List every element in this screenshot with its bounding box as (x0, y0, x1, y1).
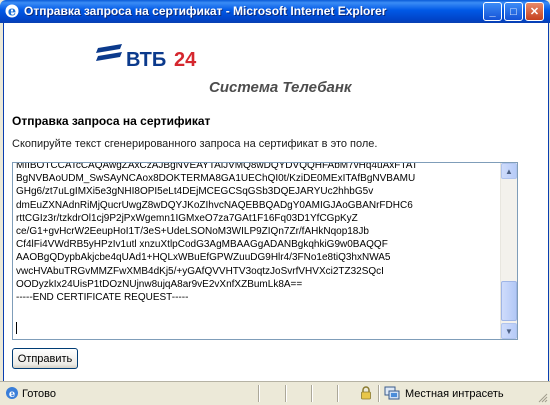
title-bar[interactable]: e Отправка запроса на сертификат - Micro… (0, 0, 550, 23)
text-caret (16, 322, 17, 334)
logo-brand-number: 24 (174, 49, 197, 71)
arrow-up-icon: ▲ (505, 166, 513, 176)
minimize-button[interactable]: _ (483, 2, 502, 21)
close-icon: ✕ (529, 6, 540, 18)
page-title: Отправка запроса на сертификат (12, 114, 211, 128)
vtb-flag-icon (96, 44, 122, 61)
certificate-request-textarea[interactable]: MIIBOTCCATcCAQAwgZAxCzAJBgNVEAYTAlJVMQ8w… (12, 162, 518, 340)
scroll-up-button[interactable]: ▲ (501, 163, 517, 179)
close-button[interactable]: ✕ (525, 2, 544, 21)
csr-line: BgNVBAoUDM_SwSAyNCAox8DOKTERMA8GA1UEChQI… (16, 173, 416, 185)
status-divider (378, 385, 379, 402)
vtb24-logo: ВТБ 24 Система Телебанк (96, 39, 352, 99)
csr-line: -----END CERTIFICATE REQUEST----- (16, 292, 189, 304)
svg-text:e: e (9, 389, 15, 400)
resize-grip-icon[interactable] (538, 393, 548, 403)
window-title: Отправка запроса на сертификат - Microso… (24, 4, 387, 18)
logo-brand: ВТБ (126, 49, 167, 71)
status-divider (311, 385, 312, 402)
page-content: ВТБ 24 Система Телебанк Отправка запроса… (3, 23, 549, 381)
lock-icon (361, 386, 371, 400)
minimize-icon: _ (489, 5, 496, 18)
csr-line: AAOBgQDypbAkjcbe4qUAd1+HQLxWBuEfGPWZuuDG… (16, 252, 391, 264)
instruction-text: Скопируйте текст сгенерированного запрос… (12, 138, 378, 150)
scroll-down-button[interactable]: ▼ (501, 323, 517, 339)
csr-text: MIIBOTCCATcCAQAwgZAxCzAJBgNVEAYTAlJVMQ8w… (16, 162, 418, 304)
scrollbar-thumb[interactable] (501, 281, 517, 321)
csr-line: Cf4lFi4VWdRB5yHPzIv1utl xnzuXtlpCodG3AgM… (16, 239, 388, 251)
status-divider (337, 385, 338, 402)
internet-explorer-icon: e (5, 4, 19, 20)
status-divider (258, 385, 259, 402)
send-button[interactable]: Отправить (12, 348, 78, 369)
csr-line: ce/G1+gvHcrW2EeupHoI1T/3eS+UdeLSONoM3WIL… (16, 226, 369, 238)
arrow-down-icon: ▼ (505, 326, 513, 336)
csr-line: rttCGIz3r/tzkdrOl1cj9P2jPxWgemn1IGMxeO7z… (16, 212, 358, 224)
page-icon: e (6, 387, 18, 400)
csr-line: dmEuZXNAdnRiMjQucrUwgZ8wDQYJKoZIhvcNAQEB… (16, 199, 413, 211)
maximize-icon: □ (510, 5, 517, 18)
status-divider (285, 385, 286, 402)
csr-line: GHg6/zt7uLgIMXi5e3gNHI8OPI5eLt4DEjMCEGCS… (16, 186, 374, 198)
csr-line: vwcHVAbuTRGvMMZFwXMB4dKj5/+yGAfQVVHTV3oq… (16, 265, 384, 277)
security-zone-label: Местная интрасеть (405, 388, 504, 400)
status-bar: e Готово Местная интрасеть (0, 381, 550, 405)
intranet-zone-icon (384, 386, 400, 400)
csr-line: MIIBOTCCATcCAQAwgZAxCzAJBgNVEAYTAlJVMQ8w… (16, 162, 418, 171)
textarea-scrollbar[interactable]: ▲ ▼ (500, 163, 517, 339)
maximize-button[interactable]: □ (504, 2, 523, 21)
logo-subtitle: Система Телебанк (209, 79, 352, 96)
svg-text:e: e (8, 5, 16, 20)
status-text: Готово (22, 388, 56, 400)
csr-line: OODyzkIx24UisP1tDOzNUjnw8ujqA8ar9vE2vXnf… (16, 278, 303, 290)
